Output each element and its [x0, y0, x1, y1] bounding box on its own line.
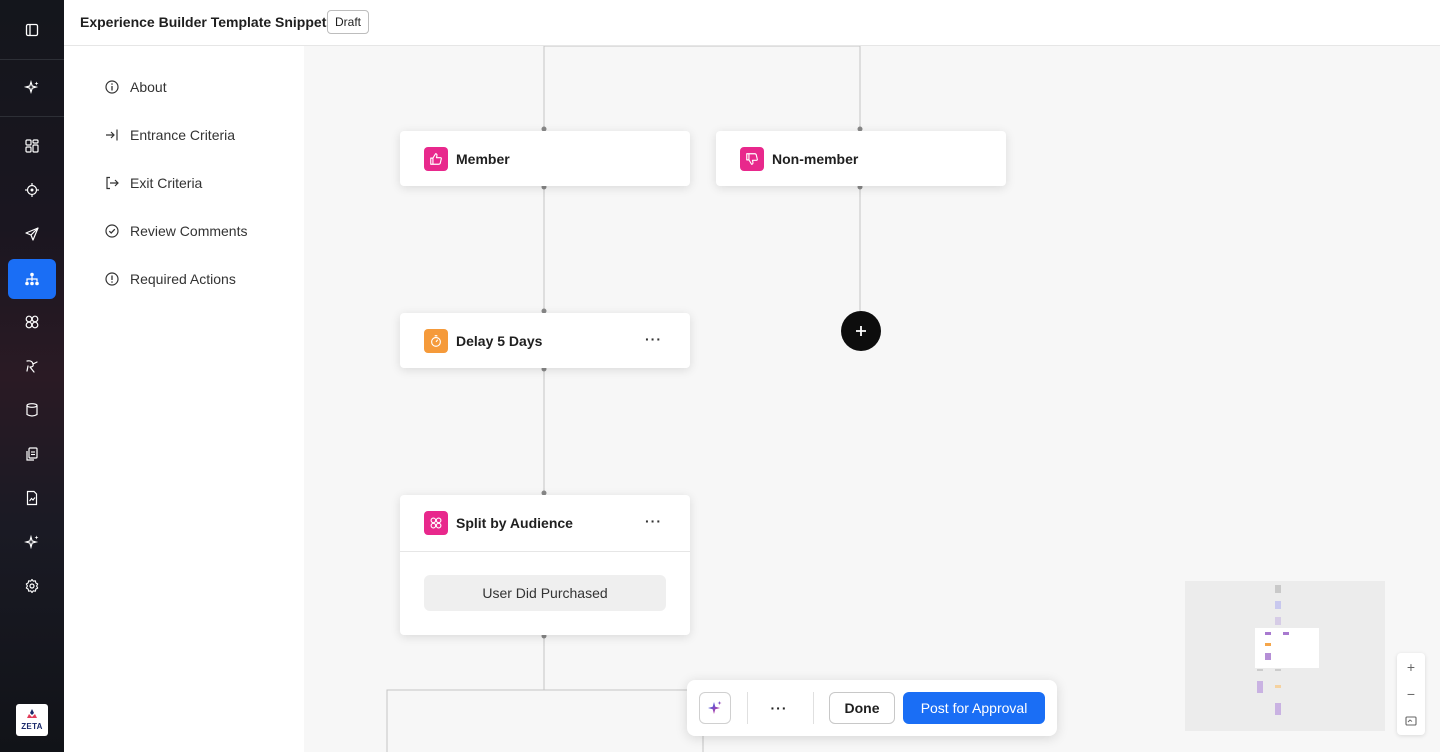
subnav-item-about[interactable]: About — [104, 76, 167, 98]
node-header: Member — [424, 147, 510, 171]
check-circle-icon — [105, 224, 119, 238]
rail-divider — [0, 116, 64, 117]
node-label: Split by Audience — [456, 515, 573, 531]
node-header: Split by Audience — [424, 511, 573, 535]
handshake-icon — [26, 360, 38, 373]
minimap-node — [1265, 632, 1271, 635]
journey-sidebar: About Entrance Criteria Exit Criteria Re… — [64, 46, 304, 752]
minimap-node — [1275, 601, 1281, 609]
thumbs-up-icon — [424, 147, 448, 171]
subnav-item-label: Entrance Criteria — [130, 127, 236, 143]
rail-item-settings[interactable] — [8, 566, 56, 606]
add-step-button[interactable] — [841, 311, 881, 351]
zeta-logo-mark-icon — [27, 709, 37, 718]
minimap-node — [1257, 681, 1263, 693]
node-label: Delay 5 Days — [456, 333, 543, 349]
minimap-node — [1283, 632, 1289, 635]
node-header: Non-member — [740, 147, 858, 171]
sparkle-icon — [708, 701, 722, 714]
node-label: Member — [456, 151, 510, 167]
send-icon — [25, 227, 39, 241]
node-delay[interactable]: Delay 5 Days ··· — [400, 313, 690, 368]
toolbar-more-button[interactable]: ··· — [767, 696, 791, 720]
node-split-by-audience[interactable]: Split by Audience ··· User Did Purchased — [400, 495, 690, 635]
subnav-item-label: Review Comments — [130, 223, 248, 239]
page-header: Experience Builder Template Snippets Dra… — [64, 0, 1440, 46]
toolbar-divider — [813, 692, 814, 724]
minimap[interactable] — [1185, 581, 1385, 731]
rail-item-campaigns[interactable] — [8, 214, 56, 254]
dashboard-grid-icon — [25, 139, 39, 153]
fit-view-icon — [1405, 715, 1417, 726]
node-member[interactable]: Member — [400, 131, 690, 186]
subnav-item-required-actions[interactable]: Required Actions — [104, 268, 236, 290]
report-file-icon — [26, 490, 38, 506]
sparkle-icon — [24, 80, 39, 94]
minimap-node — [1257, 669, 1263, 671]
node-header: Delay 5 Days — [424, 329, 542, 353]
rail-item-reports[interactable] — [8, 478, 56, 518]
toolbar-divider — [747, 692, 748, 724]
audience-icon — [424, 511, 448, 535]
journey-hierarchy-icon — [25, 272, 39, 286]
post-for-approval-button[interactable]: Post for Approval — [903, 692, 1045, 724]
plus-icon — [856, 326, 866, 336]
rail-item-ai[interactable] — [8, 68, 56, 108]
info-icon — [105, 80, 119, 94]
page-title: Experience Builder Template Snippets — [80, 14, 335, 30]
minimap-node — [1275, 669, 1281, 671]
database-icon — [26, 403, 38, 417]
zoom-controls: + − — [1397, 653, 1425, 735]
rail-item-dashboard[interactable] — [8, 126, 56, 166]
zoom-out-button[interactable]: − — [1397, 680, 1425, 707]
node-non-member[interactable]: Non-member — [716, 131, 1006, 186]
subnav-item-entrance-criteria[interactable]: Entrance Criteria — [104, 124, 235, 146]
minimap-node — [1275, 685, 1281, 688]
node-more-button[interactable]: ··· — [645, 331, 662, 347]
minimap-node — [1265, 643, 1271, 646]
thumbs-down-icon — [740, 147, 764, 171]
timer-icon — [424, 329, 448, 353]
enter-icon — [106, 129, 118, 141]
copy-files-icon — [26, 447, 38, 461]
node-more-button[interactable]: ··· — [645, 513, 662, 529]
fit-view-button[interactable] — [1397, 707, 1425, 734]
status-badge: Draft — [327, 10, 370, 34]
ai-sparkle-icon — [24, 534, 39, 550]
zeta-logo-text: ZETA — [21, 722, 43, 731]
rail-item-partners[interactable] — [8, 346, 56, 386]
rail-item-journeys[interactable] — [8, 259, 56, 299]
audience-circles-icon — [25, 315, 39, 329]
rail-item-data[interactable] — [8, 390, 56, 430]
ai-assist-button[interactable] — [699, 692, 731, 724]
subnav-item-exit-criteria[interactable]: Exit Criteria — [104, 172, 202, 194]
zeta-logo[interactable]: ZETA — [16, 704, 48, 736]
alert-circle-icon — [105, 272, 119, 286]
zoom-in-button[interactable]: + — [1397, 653, 1425, 680]
rail-item-ai-tools[interactable] — [8, 522, 56, 562]
minimap-node — [1275, 617, 1281, 625]
rail-item-targeting[interactable] — [8, 170, 56, 210]
left-rail: ZETA — [0, 0, 64, 752]
minimap-node — [1265, 653, 1271, 660]
settings-gear-icon — [25, 578, 39, 594]
node-divider — [400, 551, 690, 552]
target-icon — [25, 183, 39, 197]
minimap-node — [1275, 585, 1281, 593]
minimap-node — [1275, 703, 1281, 715]
subnav-item-review-comments[interactable]: Review Comments — [104, 220, 247, 242]
journey-canvas[interactable]: Member Non-member Delay 5 Days ··· Split… — [304, 46, 1440, 752]
bottom-toolbar: ··· Done Post for Approval — [687, 680, 1057, 736]
node-label: Non-member — [772, 151, 859, 167]
exit-icon — [106, 176, 119, 190]
audience-branch-pill[interactable]: User Did Purchased — [424, 575, 666, 611]
rail-item-content[interactable] — [8, 434, 56, 474]
subnav-item-label: Required Actions — [130, 271, 236, 287]
rail-item-audiences[interactable] — [8, 302, 56, 342]
subnav-item-label: About — [130, 79, 167, 95]
sidebar-toggle-button[interactable] — [0, 0, 64, 60]
done-button[interactable]: Done — [829, 692, 895, 724]
sidebar-toggle-icon — [25, 23, 39, 36]
subnav-item-label: Exit Criteria — [130, 175, 203, 191]
